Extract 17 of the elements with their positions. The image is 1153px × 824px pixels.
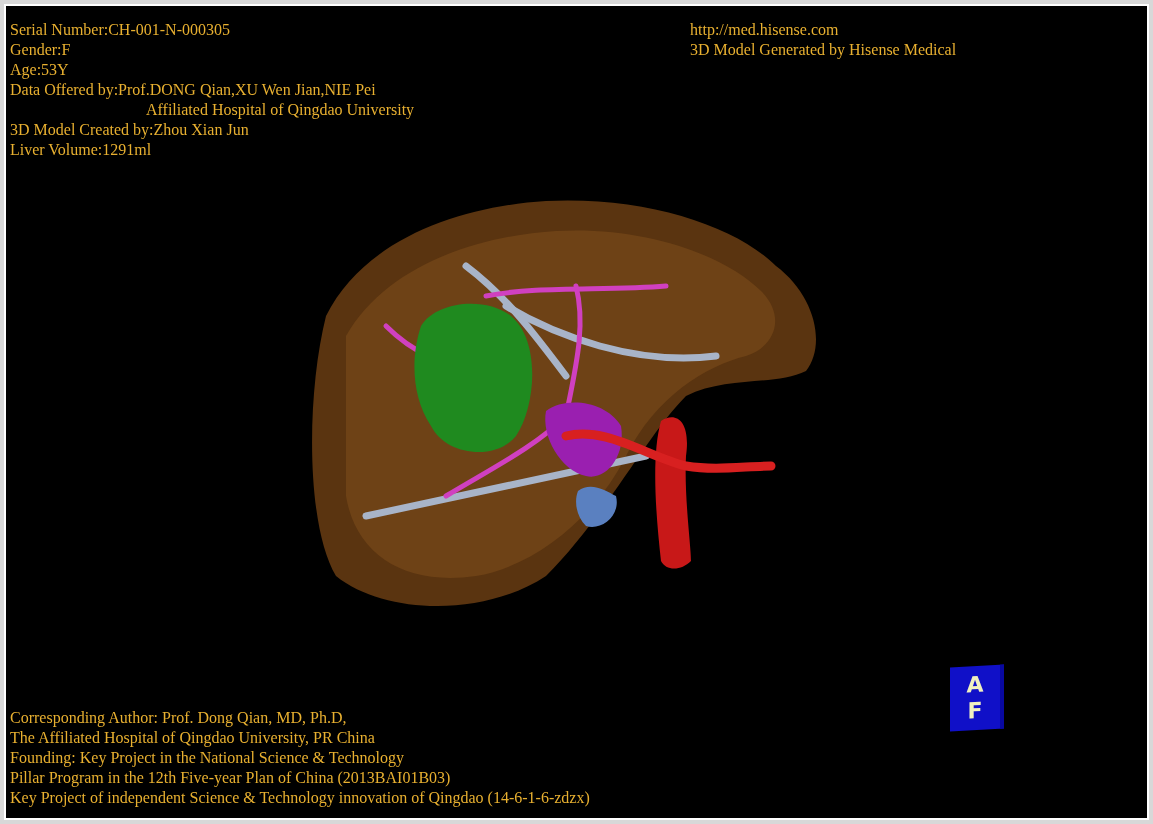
cube-face-label: A bbox=[966, 671, 984, 699]
credit-text: Founding: Key Project in the National Science & Technology bbox=[10, 748, 406, 768]
credit-text: The Affiliated Hospital of Qingdao University, PR China bbox=[10, 728, 376, 748]
info-text: Gender:F bbox=[10, 40, 72, 60]
cube-face-label: F bbox=[967, 697, 983, 725]
info-text: Liver Volume:1291ml bbox=[10, 140, 153, 160]
info-text: Affiliated Hospital of Qingdao University bbox=[145, 100, 415, 120]
credit-text: Key Project of independent Science & Technology innovation of Qingdao (14-6-1-6-zdzx) bbox=[10, 788, 590, 808]
info-text: Data Offered by:Prof.DONG Qian,XU Wen Jian,NIE Pei bbox=[10, 80, 377, 100]
info-text: Serial Number:CH-001-N-000305 bbox=[10, 20, 231, 40]
info-text: http://med.hisense.com bbox=[690, 20, 840, 40]
info-text: Age:53Y bbox=[10, 60, 70, 80]
credit-text: Pillar Program in the 12th Five-year Plan of China (2013BAI01B03) bbox=[10, 768, 452, 788]
info-text: 3D Model Generated by Hisense Medical bbox=[690, 40, 957, 60]
info-text: 3D Model Created by:Zhou Xian Jun bbox=[10, 120, 250, 140]
orientation-cube[interactable]: A F bbox=[950, 664, 1004, 732]
credit-text: Corresponding Author: Prof. Dong Qian, MD, Ph.D, bbox=[10, 708, 348, 728]
